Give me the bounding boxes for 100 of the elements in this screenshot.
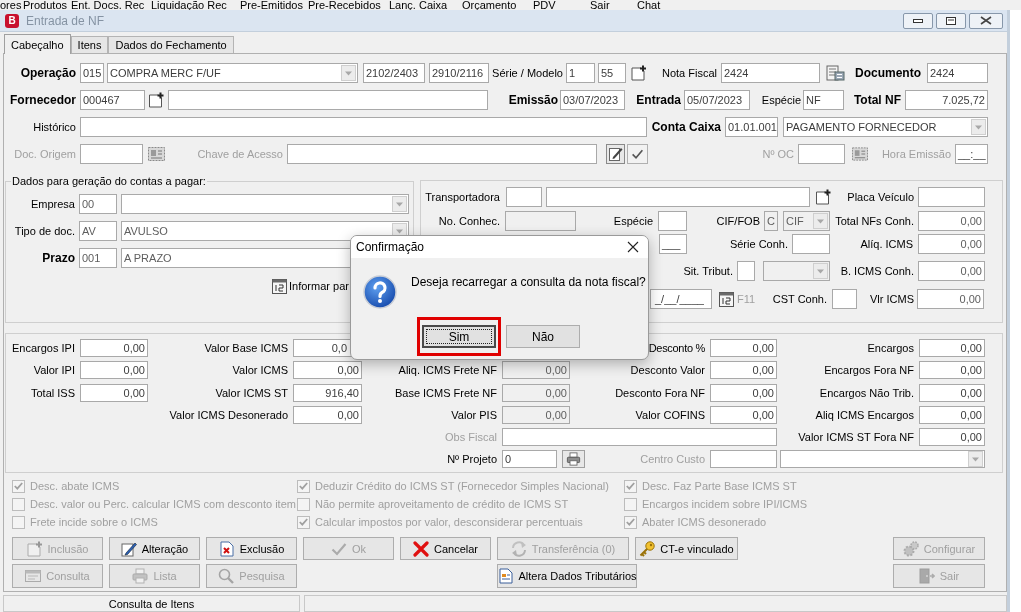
- dialog-button[interactable]: Sim: [422, 325, 496, 348]
- pencil-icon[interactable]: [120, 540, 137, 557]
- amount-field[interactable]: 0,00: [919, 383, 985, 402]
- text-field[interactable]: [80, 117, 647, 137]
- text-field[interactable]: [80, 144, 143, 164]
- document-list-icon[interactable]: [826, 65, 845, 81]
- edit-button[interactable]: [606, 144, 625, 164]
- document-x-icon[interactable]: [218, 540, 235, 557]
- text-field[interactable]: [168, 90, 488, 110]
- text-field[interactable]: [546, 187, 810, 207]
- dropdown-field[interactable]: PAGAMENTO FORNECEDOR: [783, 117, 988, 137]
- code-field[interactable]: AV: [79, 221, 117, 241]
- menu-item[interactable]: Lanç. Caixa: [389, 0, 448, 10]
- amount-field[interactable]: 0,00: [710, 361, 777, 380]
- edit-button[interactable]: Alteração: [109, 537, 200, 560]
- text-field[interactable]: 2424: [927, 63, 988, 83]
- text-field[interactable]: 2424: [721, 63, 820, 83]
- text-field[interactable]: ___: [659, 234, 687, 254]
- code-field[interactable]: 00: [79, 194, 117, 214]
- caret-icon[interactable]: [341, 65, 356, 81]
- amount-field[interactable]: 0,00: [80, 339, 148, 357]
- minimize-button[interactable]: [903, 12, 933, 29]
- cte-button[interactable]: CT-e vinculado: [635, 537, 738, 560]
- text-field[interactable]: [505, 211, 576, 231]
- menu-item[interactable]: Liquidação Rec: [151, 0, 227, 10]
- card-icon[interactable]: [852, 147, 868, 161]
- calendar-icon[interactable]: [719, 291, 734, 307]
- restore-button[interactable]: [936, 12, 966, 29]
- dropdown-field[interactable]: [763, 261, 830, 281]
- text-field[interactable]: [737, 261, 755, 281]
- dropdown-field[interactable]: CIF: [783, 211, 830, 231]
- lookup-button[interactable]: [562, 450, 585, 469]
- text-field[interactable]: [502, 428, 777, 447]
- menu-item[interactable]: PDV: [533, 0, 556, 10]
- dropdown-field[interactable]: COMPRA MERC F/UF: [107, 63, 358, 83]
- date-field[interactable]: _/__/____: [650, 289, 712, 309]
- code-field[interactable]: 015: [80, 63, 104, 83]
- amount-field[interactable]: 0,00: [80, 361, 148, 380]
- menu-item[interactable]: Chat: [637, 0, 661, 10]
- card-icon[interactable]: [148, 147, 165, 161]
- menu-item[interactable]: Produtos: [23, 0, 68, 10]
- text-field[interactable]: C: [764, 211, 778, 231]
- amount-field[interactable]: 0,00: [710, 405, 777, 424]
- amount-field[interactable]: 0,00: [502, 383, 570, 402]
- code-field[interactable]: 000467: [80, 90, 145, 110]
- x-mark-icon[interactable]: [413, 540, 429, 557]
- amount-field[interactable]: 0,00: [918, 261, 985, 281]
- text-field[interactable]: [658, 211, 687, 231]
- amount-field[interactable]: 0,00: [80, 383, 148, 402]
- tax-data-button[interactable]: Altera Dados Tributários: [497, 564, 637, 588]
- cancel-button[interactable]: Cancelar: [400, 537, 491, 560]
- amount-field[interactable]: 0,00: [710, 339, 777, 357]
- amount-field[interactable]: 0,00: [293, 361, 362, 380]
- key-icon[interactable]: [639, 540, 656, 557]
- amount-field[interactable]: 0,00: [710, 383, 777, 402]
- menu-item[interactable]: Ent. Docs. Rec: [71, 0, 145, 10]
- tab[interactable]: Dados do Fechamento: [108, 36, 234, 53]
- text-field[interactable]: NF: [803, 90, 844, 110]
- code-field[interactable]: 001: [79, 248, 117, 268]
- code-field[interactable]: [506, 187, 542, 207]
- amount-field[interactable]: 916,40: [293, 383, 362, 402]
- date-field[interactable]: 05/07/2023: [684, 90, 750, 110]
- menu-item[interactable]: Pre-Recebidos: [308, 0, 381, 10]
- caret-icon[interactable]: [971, 119, 986, 135]
- caret-icon[interactable]: [813, 263, 828, 279]
- amount-field[interactable]: 0,00: [918, 211, 985, 231]
- delete-button[interactable]: Exclusão: [206, 537, 297, 560]
- dropdown-field[interactable]: [121, 194, 409, 214]
- document-plus-icon[interactable]: [630, 65, 648, 81]
- amount-field[interactable]: 0,00: [917, 289, 984, 309]
- caret-icon[interactable]: [968, 451, 983, 468]
- amount-field[interactable]: 0,00: [919, 405, 985, 424]
- date-field[interactable]: 03/07/2023: [560, 90, 625, 110]
- caret-icon[interactable]: [392, 196, 407, 212]
- document-plus-icon[interactable]: [148, 92, 165, 108]
- installments-button[interactable]: Informar par: [272, 278, 349, 294]
- close-button[interactable]: [969, 12, 1003, 29]
- code-field[interactable]: 2910/2116: [429, 63, 489, 83]
- menu-item[interactable]: Sair: [590, 0, 610, 10]
- text-field[interactable]: [832, 289, 857, 309]
- code-field[interactable]: 01.01.001: [725, 117, 778, 137]
- text-field[interactable]: [287, 144, 597, 164]
- text-field[interactable]: [918, 187, 985, 207]
- amount-field[interactable]: 0,00: [502, 361, 570, 380]
- dropdown-field[interactable]: [780, 450, 985, 469]
- text-field[interactable]: [792, 234, 830, 254]
- caret-icon[interactable]: [813, 213, 828, 229]
- document-icon[interactable]: [497, 568, 514, 584]
- document-plus-icon[interactable]: [815, 189, 832, 205]
- amount-field[interactable]: 7.025,72: [905, 90, 988, 110]
- menu-item[interactable]: ores: [0, 0, 22, 10]
- text-field[interactable]: [710, 450, 777, 469]
- amount-field[interactable]: 0,00: [502, 405, 570, 424]
- dropdown-field[interactable]: AVULSO: [121, 221, 409, 241]
- calendar-icon[interactable]: [272, 278, 287, 294]
- menu-item[interactable]: Pre-Emitidos: [240, 0, 303, 10]
- amount-field[interactable]: 0,00: [919, 339, 985, 357]
- dialog-button[interactable]: Não: [506, 325, 580, 348]
- amount-field[interactable]: 0,00: [293, 405, 362, 424]
- tab[interactable]: Cabeçalho: [4, 34, 71, 54]
